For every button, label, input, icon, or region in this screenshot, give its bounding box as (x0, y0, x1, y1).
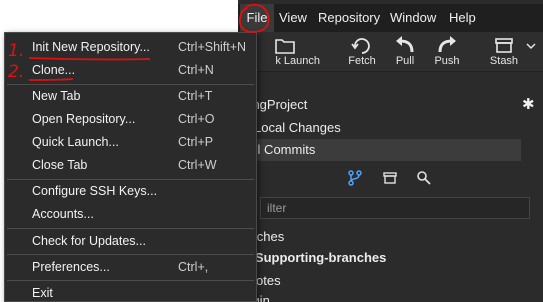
menu-item-label: Open Repository... (32, 112, 136, 126)
stash-label: Stash (489, 55, 519, 67)
fetch-label: Fetch (348, 55, 376, 67)
stashes-tab-icon[interactable] (382, 170, 398, 191)
menu-item-label: Check for Updates... (32, 234, 146, 248)
menu-item-clone[interactable]: Clone... Ctrl+N (5, 59, 256, 81)
gear-icon[interactable]: ✱ (522, 94, 535, 116)
menu-item-label: Preferences... (32, 260, 110, 274)
sidebar-tabs (238, 168, 543, 190)
menu-item-label: Configure SSH Keys... (32, 184, 158, 198)
branch-item-current[interactable]: ✔Supporting-branches (238, 247, 386, 269)
fetch-icon (342, 35, 382, 55)
fetch-button[interactable]: Fetch (342, 32, 382, 72)
menu-separator (7, 228, 254, 229)
menu-item-configure-ssh-keys[interactable]: Configure SSH Keys... (5, 180, 256, 202)
menu-item-new-tab[interactable]: New Tab Ctrl+T (5, 85, 256, 107)
menu-item-label: Quick Launch... (32, 135, 119, 149)
push-label: Push (434, 55, 460, 67)
menu-item-check-for-updates[interactable]: Check for Updates... (5, 230, 256, 252)
menu-window[interactable]: Window (390, 4, 436, 32)
menu-item-shortcut: Ctrl+T (178, 89, 213, 103)
file-menu-dropdown: Init New Repository... Ctrl+Shift+N Clon… (4, 32, 257, 302)
menu-item-close-tab[interactable]: Close Tab Ctrl+W (5, 154, 256, 176)
branch-item-label: Supporting-branches (254, 250, 387, 265)
menu-item-label: Clone... (32, 63, 76, 77)
filter-input[interactable]: ilter (260, 197, 530, 219)
all-commits-item[interactable]: All Commits (238, 139, 521, 161)
push-button[interactable]: Push (428, 32, 466, 72)
menu-item-label: Close Tab (32, 158, 88, 172)
menu-view[interactable]: View (279, 4, 307, 32)
menu-item-quick-launch[interactable]: Quick Launch... Ctrl+P (5, 131, 256, 153)
menu-item-shortcut: Ctrl+O (178, 112, 215, 126)
menu-item-preferences[interactable]: Preferences... Ctrl+, (5, 256, 256, 278)
sidebar-panel: pringProject ✱ Local Changes All Commits (238, 72, 543, 302)
menu-item-accounts[interactable]: Accounts... (5, 203, 256, 225)
menu-bar: File View Repository Window Help (238, 4, 543, 32)
menu-separator (7, 280, 254, 281)
branches-tab-icon[interactable] (348, 170, 362, 191)
menu-item-label: Exit (32, 286, 53, 300)
app-window: File View Repository Window Help k Launc… (238, 0, 543, 302)
push-icon (428, 35, 466, 55)
menu-item-exit[interactable]: Exit (5, 282, 256, 302)
menu-item-label: Init New Repository... (32, 40, 150, 54)
menu-item-shortcut: Ctrl+W (178, 158, 217, 172)
menu-item-open-repository[interactable]: Open Repository... Ctrl+O (5, 108, 256, 130)
search-icon[interactable] (416, 170, 432, 191)
menu-item-label: New Tab (32, 89, 81, 103)
menu-item-shortcut: Ctrl+Shift+N (178, 40, 247, 54)
pull-label: Pull (395, 55, 415, 67)
menu-item-shortcut: Ctrl+N (178, 63, 214, 77)
local-changes-label: Local Changes (254, 120, 341, 135)
menu-file[interactable]: File (240, 4, 274, 32)
menu-help[interactable]: Help (449, 4, 476, 32)
menu-item-label: Accounts... (32, 207, 94, 221)
stash-button[interactable]: Stash (484, 32, 524, 72)
menu-separator (7, 254, 254, 255)
menu-item-shortcut: Ctrl+P (178, 135, 214, 149)
pull-button[interactable]: Pull (388, 32, 422, 72)
menu-repository[interactable]: Repository (318, 4, 380, 32)
stash-icon (484, 35, 524, 55)
menu-item-init-new-repository[interactable]: Init New Repository... Ctrl+Shift+N (5, 36, 256, 58)
pull-icon (388, 35, 422, 55)
menu-item-shortcut: Ctrl+, (178, 260, 209, 274)
toolbar: k Launch Fetch Pull Push Stash (238, 32, 543, 72)
